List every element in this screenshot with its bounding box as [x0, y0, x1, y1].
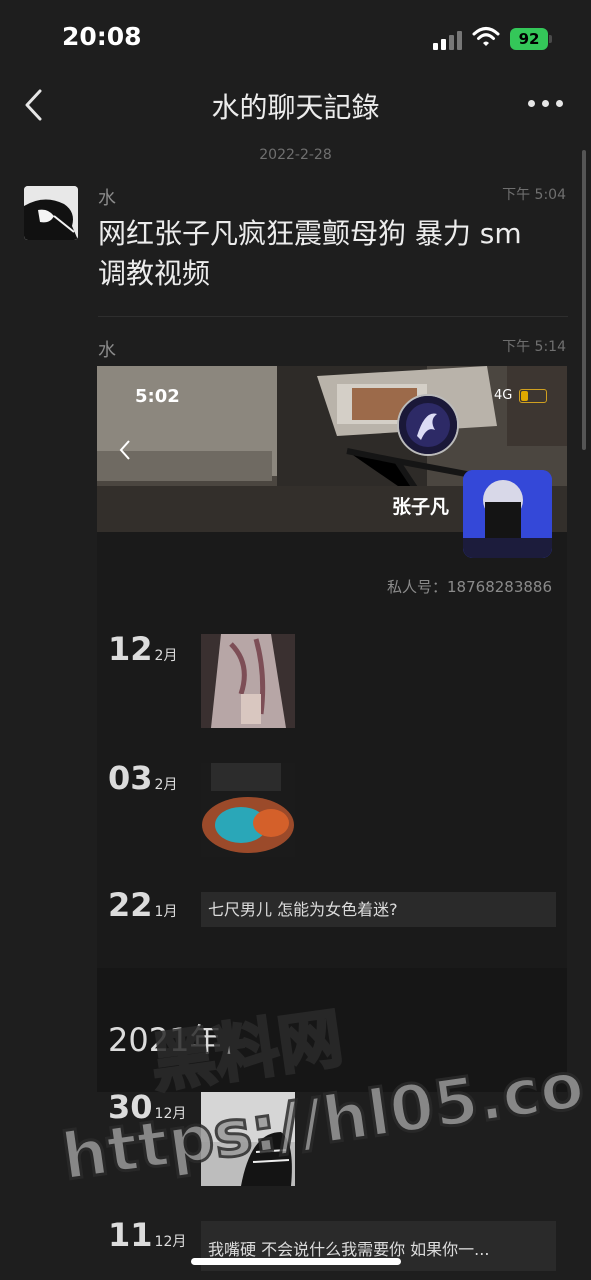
post-day: 12 [108, 630, 153, 668]
screenshot-network: 4G [494, 388, 513, 403]
message-text[interactable]: 网红张子凡疯狂震颤母狗 暴力 sm 调教视频 [98, 214, 558, 294]
message-time: 下午 5:04 [502, 187, 566, 203]
post-month: 1月 [154, 904, 178, 920]
post-day: 11 [108, 1216, 153, 1254]
screenshot-time: 5:02 [135, 386, 180, 407]
post-thumbnail[interactable] [201, 634, 295, 728]
post-day: 22 [108, 886, 153, 924]
post-text[interactable]: 七尺男儿 怎能为女色着迷? [201, 892, 556, 927]
profile-avatar [397, 394, 459, 456]
post-month: 12月 [154, 1234, 187, 1250]
screenshot-battery-icon [519, 389, 547, 403]
post-thumbnail[interactable] [201, 763, 295, 857]
battery-cap [549, 35, 552, 43]
post-day: 03 [108, 759, 153, 797]
status-time: 20:08 [62, 22, 142, 51]
post-month: 2月 [154, 648, 178, 664]
post-date: 11 12月 [108, 1216, 186, 1254]
date-separator: 2022-2-28 [259, 147, 332, 163]
message-divider [98, 316, 568, 317]
message-sender: 水 [98, 188, 116, 209]
message-sender: 水 [98, 340, 116, 361]
page-title: 水的聊天記錄 [211, 91, 380, 124]
avatar[interactable] [24, 186, 78, 240]
post-month: 2月 [154, 777, 178, 793]
screenshot-back-icon [119, 440, 130, 460]
message-time: 下午 5:14 [502, 339, 566, 355]
post-date: 03 2月 [108, 759, 177, 797]
post-date: 12 2月 [108, 630, 177, 668]
home-indicator[interactable] [191, 1258, 401, 1265]
more-options-icon[interactable] [528, 100, 564, 108]
private-number: 私人号：18768283886 [387, 578, 552, 596]
post-date: 22 1月 [108, 886, 177, 924]
cellular-signal-icon [433, 30, 463, 50]
wifi-icon [472, 27, 500, 46]
profile-photo [463, 470, 552, 558]
scrollbar[interactable] [582, 150, 586, 450]
battery-icon: 92 [510, 28, 548, 50]
profile-name: 张子凡 [392, 496, 450, 518]
